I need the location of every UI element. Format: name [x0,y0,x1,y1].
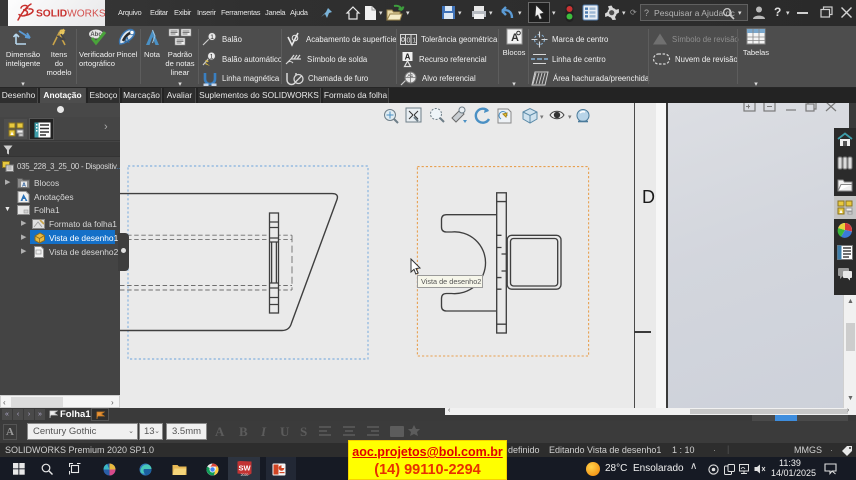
svg-text:2020: 2020 [241,473,249,477]
svg-text:A: A [22,183,26,189]
svg-text:A: A [511,32,519,44]
svg-text:A1: A1 [408,72,414,77]
svg-text:SW: SW [238,464,251,473]
svg-text:A: A [124,36,130,45]
svg-text:1: 1 [210,34,214,41]
svg-text:▾: ▾ [568,114,572,121]
svg-text:SOLIDWORKS: SOLIDWORKS [36,9,105,20]
svg-text:1: 1 [210,54,214,61]
svg-text:0.1: 0.1 [407,37,417,44]
svg-text:▾: ▾ [540,114,544,121]
